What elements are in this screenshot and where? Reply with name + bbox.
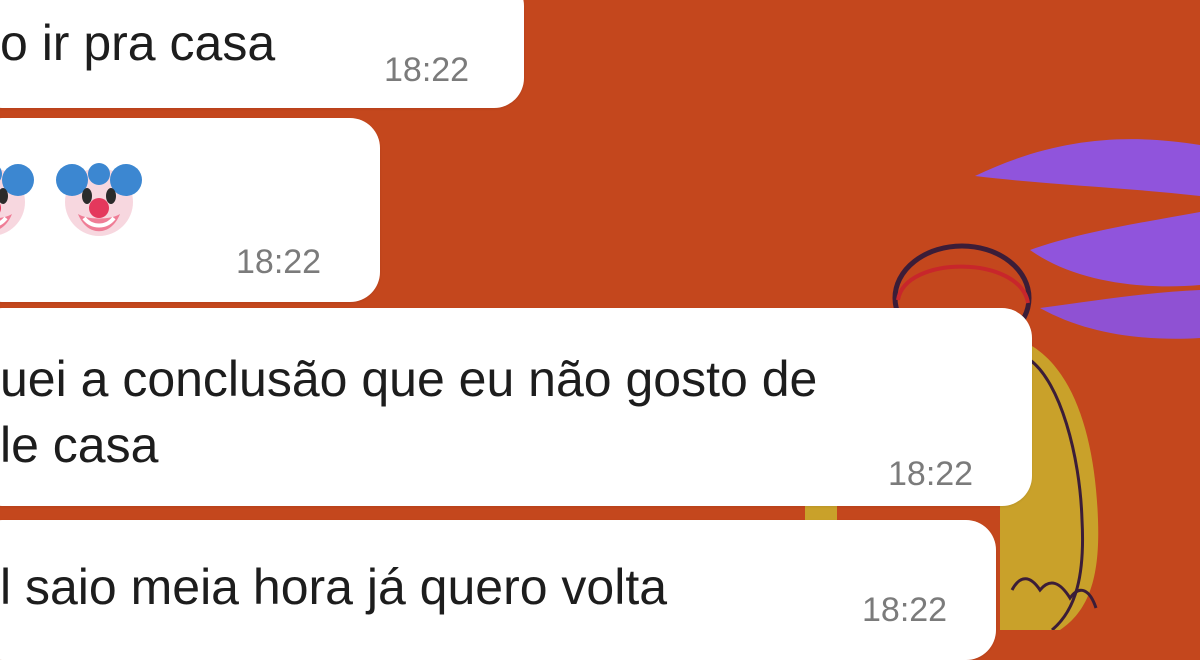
message-bubble-4[interactable]: l saio meia hora já quero volta 18:22 <box>0 520 996 660</box>
message-text-line-2: le casa <box>0 417 159 473</box>
message-timestamp: 18:22 <box>888 455 974 493</box>
emoji-row <box>0 156 144 248</box>
clown-face-icon <box>56 163 142 236</box>
clown-face-icon <box>0 164 34 235</box>
message-bubble-1[interactable]: o ir pra casa 18:22 <box>0 0 524 108</box>
message-text: l saio meia hora já quero volta <box>0 559 668 615</box>
message-bubble-3[interactable]: uei a conclusão que eu não gosto de le c… <box>0 308 1032 506</box>
message-timestamp: 18:22 <box>236 243 322 281</box>
message-bubble-2[interactable]: 18:22 <box>0 118 380 302</box>
message-text-line-1: uei a conclusão que eu não gosto de <box>0 351 818 407</box>
message-timestamp: 18:22 <box>862 591 948 629</box>
message-text: o ir pra casa <box>0 15 276 71</box>
message-timestamp: 18:22 <box>384 51 470 89</box>
chat-conversation: o ir pra casa 18:22 18:22 uei a conclusã… <box>0 0 1200 660</box>
